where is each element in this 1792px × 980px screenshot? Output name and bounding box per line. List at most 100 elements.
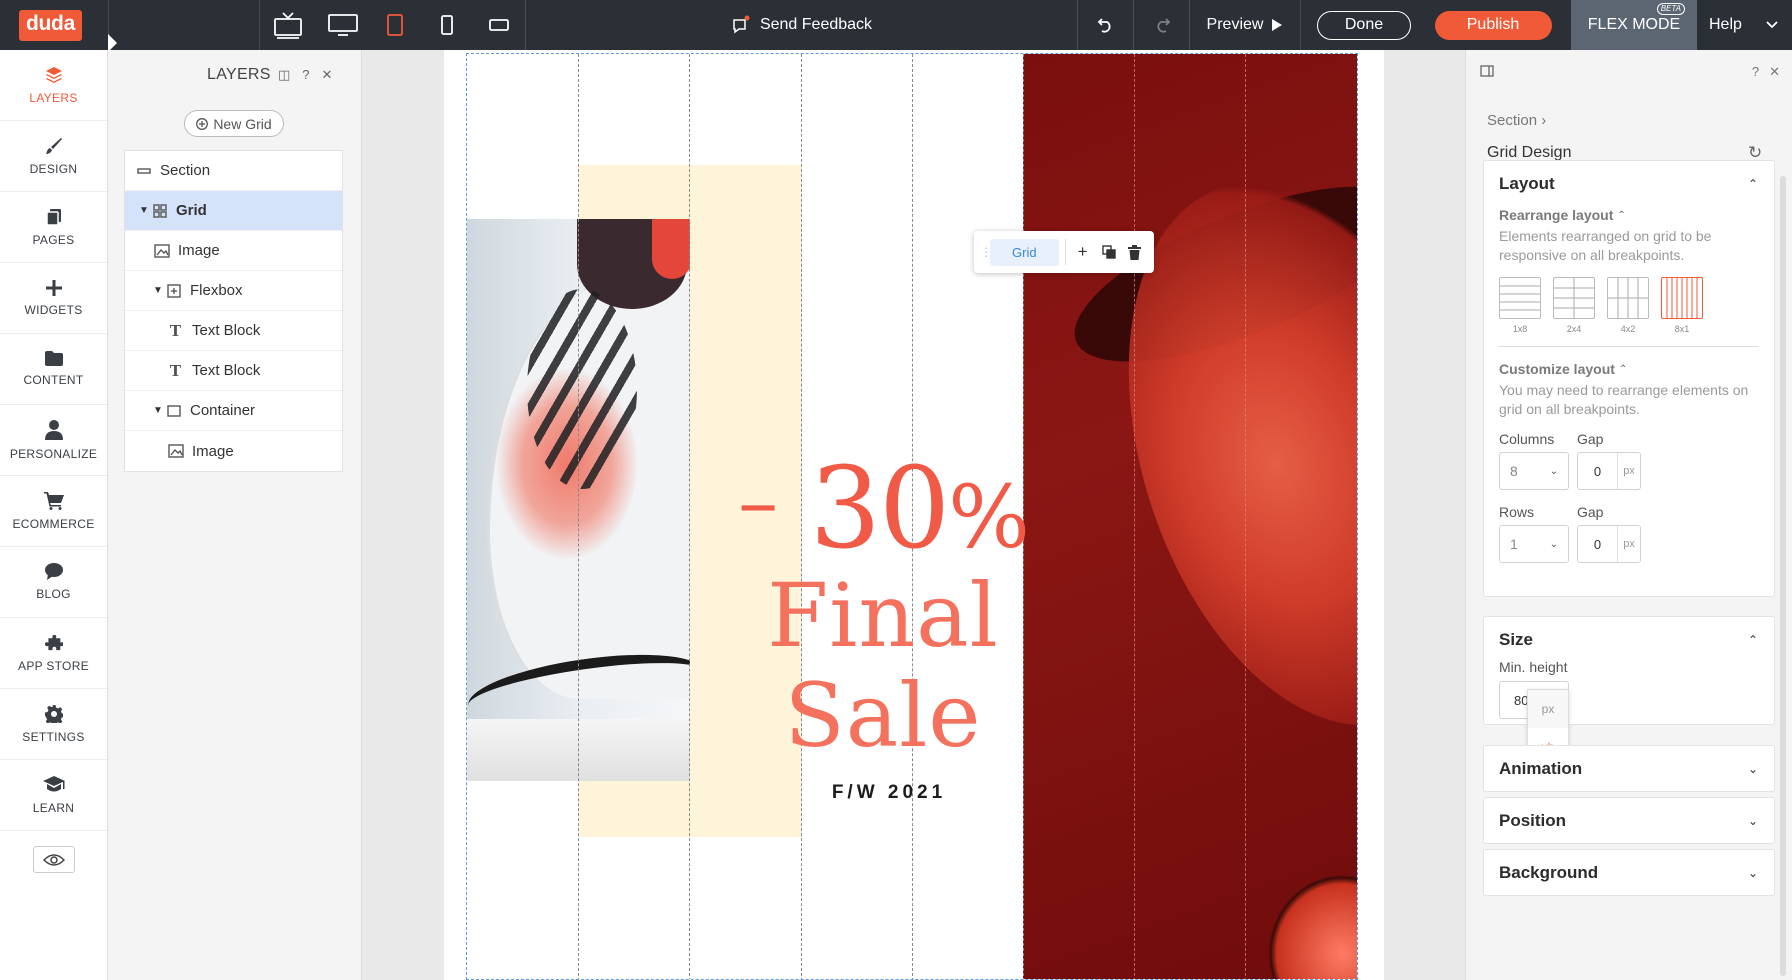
new-grid-button[interactable]: New Grid bbox=[184, 110, 284, 137]
preview-eye-button[interactable] bbox=[32, 846, 75, 873]
drag-handle-icon[interactable]: ⋮ bbox=[980, 245, 992, 259]
animation-header[interactable]: Animation ⌄ bbox=[1484, 746, 1774, 792]
chevron-right-icon: › bbox=[1541, 112, 1547, 129]
position-header[interactable]: Position ⌄ bbox=[1484, 798, 1774, 844]
columns-label: Columns bbox=[1499, 431, 1555, 447]
layer-tree: Section ▼ Grid Image ▼ Flexbox T Text Bl… bbox=[124, 150, 343, 472]
nav-widgets[interactable]: WIDGETS bbox=[0, 263, 107, 334]
layout-option-2x4[interactable]: 2x4 bbox=[1553, 277, 1595, 334]
layer-image[interactable]: Image bbox=[125, 231, 342, 271]
layout-header[interactable]: Layout ⌃ bbox=[1484, 161, 1774, 207]
plus-circle-icon bbox=[196, 117, 209, 130]
layout-option-label: 1x8 bbox=[1512, 324, 1528, 334]
mobile-landscape-view-button[interactable] bbox=[473, 0, 525, 50]
nav-app-store[interactable]: APP STORE bbox=[0, 618, 107, 689]
unit-option-px[interactable]: px bbox=[1528, 690, 1568, 728]
publish-button[interactable]: Publish bbox=[1434, 10, 1552, 40]
dock-panel-icon[interactable]: ◫ bbox=[278, 67, 290, 83]
close-icon[interactable]: ✕ bbox=[1769, 64, 1780, 80]
grid-column-line bbox=[1134, 54, 1135, 979]
panel-layout-icon[interactable] bbox=[1480, 64, 1494, 82]
panel-scrollbar[interactable] bbox=[1780, 176, 1786, 976]
layer-section[interactable]: Section bbox=[125, 151, 342, 191]
trash-icon[interactable] bbox=[1122, 244, 1148, 260]
size-header[interactable]: Size ⌃ bbox=[1484, 617, 1774, 663]
rows-select[interactable]: 1 ⌄ bbox=[1499, 525, 1569, 563]
done-button[interactable]: Done bbox=[1317, 10, 1411, 40]
add-icon[interactable]: + bbox=[1070, 242, 1096, 262]
season-text[interactable]: F/W 2021 bbox=[801, 782, 977, 804]
help-icon[interactable]: ? bbox=[302, 67, 309, 83]
layout-card: Layout ⌃ Rearrange layout ⌃ Elements rear… bbox=[1483, 160, 1775, 597]
customize-toggle[interactable]: Customize layout ⌃ bbox=[1499, 361, 1759, 377]
nav-layers[interactable]: LAYERS bbox=[0, 50, 107, 121]
rows-label: Rows bbox=[1499, 504, 1535, 520]
grid-element[interactable]: – 30% Final Sale F/W 2021 bbox=[466, 53, 1358, 980]
breadcrumb-item: Section bbox=[1487, 112, 1538, 129]
background-card[interactable]: Background ⌄ bbox=[1483, 849, 1775, 896]
text-icon: T bbox=[169, 361, 182, 380]
layout-options: 1x8 2x4 4x2 8x1 bbox=[1499, 277, 1759, 334]
nav-pages-label: PAGES bbox=[32, 232, 75, 247]
site-preview-button[interactable] bbox=[260, 0, 316, 50]
headline-text[interactable]: Final Sale bbox=[673, 566, 1093, 766]
column-gap-input[interactable]: 0 px bbox=[1577, 452, 1641, 490]
columns-select[interactable]: 8 ⌄ bbox=[1499, 452, 1569, 490]
close-icon[interactable]: ✕ bbox=[322, 67, 333, 83]
breadcrumb[interactable]: Section › bbox=[1487, 112, 1546, 129]
layout-option-1x8[interactable]: 1x8 bbox=[1499, 277, 1541, 334]
layer-image[interactable]: Image bbox=[125, 431, 342, 471]
rearrange-toggle[interactable]: Rearrange layout ⌃ bbox=[1499, 207, 1759, 223]
layer-label: Flexbox bbox=[190, 282, 243, 299]
preview-button[interactable]: Preview bbox=[1190, 0, 1300, 50]
size-heading: Size bbox=[1499, 630, 1534, 649]
duplicate-icon[interactable] bbox=[1096, 245, 1122, 259]
promo-flexbox[interactable]: – 30% Final Sale bbox=[673, 446, 1093, 766]
undo-button[interactable] bbox=[1078, 0, 1133, 50]
layout-option-label: 4x2 bbox=[1620, 324, 1636, 334]
nav-pages[interactable]: PAGES bbox=[0, 192, 107, 263]
nav-blog[interactable]: BLOG bbox=[0, 547, 107, 618]
tablet-view-button[interactable] bbox=[369, 0, 421, 50]
redo-button[interactable] bbox=[1134, 0, 1189, 50]
caret-down-icon[interactable]: ▼ bbox=[151, 405, 165, 416]
mobile-view-button[interactable] bbox=[421, 0, 473, 50]
send-feedback-button[interactable]: Send Feedback bbox=[526, 0, 1077, 50]
position-card[interactable]: Position ⌄ bbox=[1483, 797, 1775, 844]
nav-design[interactable]: DESIGN bbox=[0, 121, 107, 192]
nav-ecommerce[interactable]: ECOMMERCE bbox=[0, 476, 107, 547]
background-header[interactable]: Background ⌄ bbox=[1484, 850, 1774, 896]
discount-text[interactable]: – 30% bbox=[673, 446, 1093, 574]
grid-icon bbox=[151, 202, 168, 219]
help-icon[interactable]: ? bbox=[1752, 64, 1759, 80]
nav-content[interactable]: CONTENT bbox=[0, 334, 107, 405]
layout-option-4x2[interactable]: 4x2 bbox=[1607, 277, 1649, 334]
layout-option-label: 8x1 bbox=[1674, 324, 1690, 334]
layer-grid[interactable]: ▼ Grid bbox=[125, 191, 342, 231]
help-menu[interactable]: Help bbox=[1697, 0, 1792, 50]
grid-selector-label[interactable]: Grid bbox=[990, 238, 1059, 266]
logo[interactable]: duda bbox=[0, 0, 108, 50]
nav-learn[interactable]: LEARN bbox=[0, 760, 107, 831]
layout-option-8x1[interactable]: 8x1 bbox=[1661, 277, 1703, 334]
layer-text-block[interactable]: T Text Block bbox=[125, 311, 342, 351]
design-panel: ? ✕ Section › Grid Design ↻ Layout ⌃ Rea… bbox=[1465, 50, 1792, 980]
container-icon bbox=[165, 402, 182, 419]
desktop-view-button[interactable] bbox=[317, 0, 369, 50]
caret-down-icon[interactable]: ▼ bbox=[137, 205, 151, 216]
layer-container[interactable]: ▼ Container bbox=[125, 391, 342, 431]
caret-down-icon[interactable]: ▼ bbox=[151, 285, 165, 296]
layer-label: Text Block bbox=[192, 362, 261, 379]
nav-personalize[interactable]: PERSONALIZE bbox=[0, 405, 107, 476]
layer-text-block[interactable]: T Text Block bbox=[125, 351, 342, 391]
animation-card[interactable]: Animation ⌄ bbox=[1483, 745, 1775, 792]
row-gap-input[interactable]: 0 px bbox=[1577, 525, 1641, 563]
flexbox-icon bbox=[165, 282, 182, 299]
image-icon bbox=[167, 443, 184, 460]
nav-settings[interactable]: SETTINGS bbox=[0, 689, 107, 760]
percent-sign: % bbox=[948, 468, 1030, 568]
grid-column-line bbox=[578, 54, 579, 979]
layout-heading: Layout bbox=[1499, 174, 1555, 193]
flex-mode-toggle[interactable]: FLEX MODE BETA bbox=[1571, 0, 1697, 50]
layer-flexbox[interactable]: ▼ Flexbox bbox=[125, 271, 342, 311]
